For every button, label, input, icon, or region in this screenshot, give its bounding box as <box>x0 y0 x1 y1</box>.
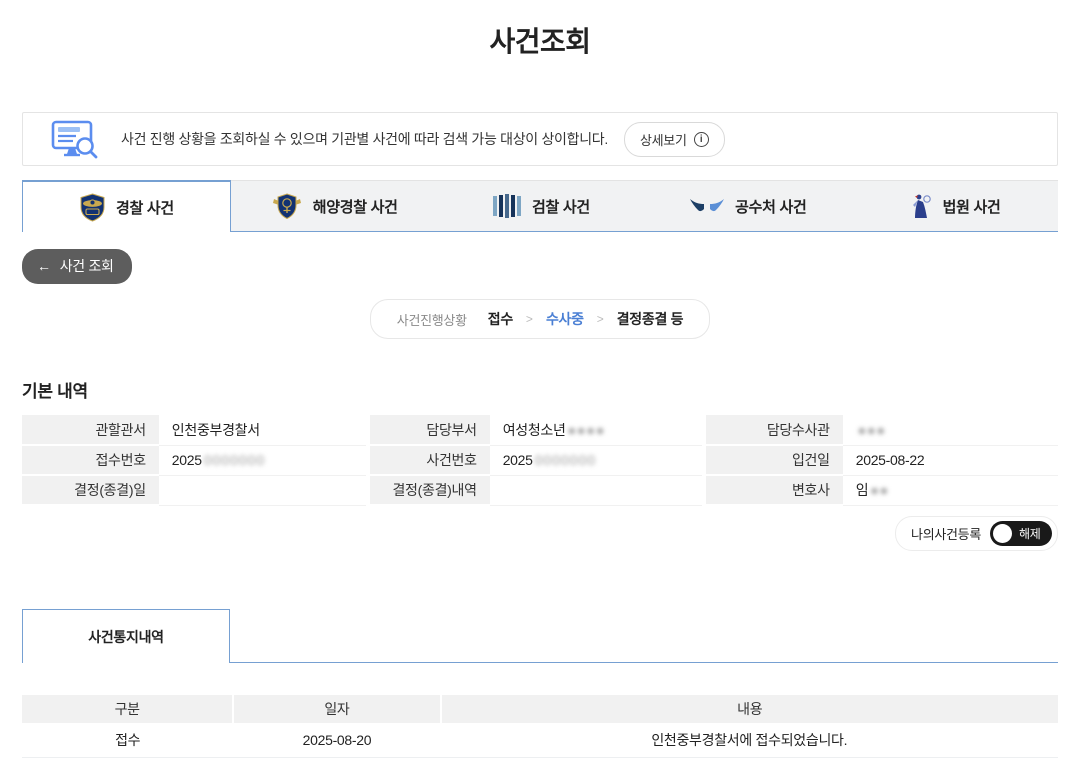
tab-label: 해양경찰 사건 <box>313 196 398 217</box>
tab-police-case[interactable]: 경찰 사건 <box>22 180 231 232</box>
cell-date: 2025-08-20 <box>233 723 440 757</box>
detail-view-button[interactable]: 상세보기 i <box>624 122 725 157</box>
field-value-jurisdiction: 인천중부경찰서 <box>159 415 368 445</box>
cio-emblem-icon <box>689 197 725 215</box>
value-text: 2025 <box>503 452 533 468</box>
field-value-booking-date: 2025-08-22 <box>843 445 1058 475</box>
police-emblem-icon <box>79 193 106 222</box>
tab-label: 법원 사건 <box>943 196 1001 217</box>
tab-cio-case[interactable]: 공수처 사건 <box>644 180 851 232</box>
col-header-date: 일자 <box>233 695 440 723</box>
masked-text: 0000000 <box>204 452 266 468</box>
detail-view-label: 상세보기 <box>640 130 687 149</box>
masked-text: ●● <box>870 482 889 498</box>
mycase-row: 나의사건등록 해제 <box>22 516 1058 551</box>
my-case-register-label: 나의사건등록 <box>911 524 981 543</box>
col-header-type: 구분 <box>22 695 233 723</box>
progress-step-closed: 결정종결 등 <box>617 309 684 329</box>
masked-text: 0000000 <box>535 452 597 468</box>
field-value-case-number: 20250000000 <box>490 445 704 475</box>
field-label: 변호사 <box>704 475 843 505</box>
tab-prosecution-case[interactable]: 검찰 사건 <box>438 180 645 232</box>
masked-text: ●●●● <box>568 422 606 438</box>
field-label: 접수번호 <box>22 445 159 475</box>
col-header-content: 내용 <box>441 695 1058 723</box>
field-label: 사건번호 <box>368 445 490 475</box>
tab-bar-underline <box>230 609 1058 663</box>
field-label: 결정(종결)일 <box>22 475 159 505</box>
tab-case-notifications[interactable]: 사건통지내역 <box>22 609 230 663</box>
toggle-state-label: 해제 <box>1019 525 1040 542</box>
field-label: 담당부서 <box>368 415 490 445</box>
value-text: 임 <box>856 482 869 498</box>
field-value-lawyer: 임●● <box>843 475 1058 505</box>
toggle-knob <box>993 524 1012 543</box>
tab-coast-guard-case[interactable]: 해양경찰 사건 <box>231 180 438 232</box>
chevron-right-icon: > <box>526 312 533 326</box>
case-inquiry-page: 사건조회 사건 진행 상황을 조회하실 수 있으며 기관별 사건에 따라 검색 … <box>0 20 1080 758</box>
prosecution-emblem-icon <box>492 194 522 218</box>
value-text: 2025-08-22 <box>856 452 925 468</box>
table-row: 관할관서 인천중부경찰서 담당부서 여성청소년●●●● 담당수사관 ●●● <box>22 415 1058 445</box>
masked-text: ●●● <box>858 422 886 438</box>
court-emblem-icon <box>909 193 933 220</box>
chevron-right-icon: > <box>597 312 604 326</box>
field-value-decision-date <box>159 475 368 505</box>
agency-tab-bar: 경찰 사건 해양경찰 사건 <box>22 180 1058 232</box>
case-progress-pill: 사건진행상황 접수 > 수사중 > 결정종결 등 <box>370 299 710 339</box>
field-value-receipt-number: 20250000000 <box>159 445 368 475</box>
tab-label: 검찰 사건 <box>532 196 590 217</box>
value-text: 인천중부경찰서 <box>172 422 260 438</box>
info-banner: 사건 진행 상황을 조회하실 수 있으며 기관별 사건에 따라 검색 가능 대상… <box>22 112 1058 166</box>
table-row: 결정(종결)일 결정(종결)내역 변호사 임●● <box>22 475 1058 505</box>
my-case-register-control: 나의사건등록 해제 <box>895 516 1058 551</box>
back-row: ← 사건 조회 <box>22 249 1058 284</box>
progress-step-investigating: 수사중 <box>546 309 584 329</box>
info-icon: i <box>694 132 709 147</box>
back-button-label: 사건 조회 <box>60 256 114 276</box>
basic-section-title: 기본 내역 <box>22 377 1058 402</box>
table-header-row: 구분 일자 내용 <box>22 695 1058 723</box>
case-notification-table: 구분 일자 내용 접수 2025-08-20 인천중부경찰서에 접수되었습니다. <box>22 695 1058 758</box>
tab-label: 경찰 사건 <box>116 197 174 218</box>
field-value-decision-detail <box>490 475 704 505</box>
back-to-case-inquiry-button[interactable]: ← 사건 조회 <box>22 249 132 284</box>
tab-court-case[interactable]: 법원 사건 <box>851 180 1058 232</box>
coast-guard-emblem-icon <box>271 192 303 221</box>
value-text: 2025 <box>172 452 202 468</box>
page-title: 사건조회 <box>22 20 1058 60</box>
banner-text: 사건 진행 상황을 조회하실 수 있으며 기관별 사건에 따라 검색 가능 대상… <box>121 129 608 149</box>
progress-label: 사건진행상황 <box>397 310 467 329</box>
field-label: 담당수사관 <box>704 415 843 445</box>
field-label: 입건일 <box>704 445 843 475</box>
tab-label: 공수처 사건 <box>735 196 806 217</box>
field-label: 관할관서 <box>22 415 159 445</box>
field-value-investigator: ●●● <box>843 415 1058 445</box>
progress-step-received: 접수 <box>488 309 513 329</box>
value-text: 여성청소년 <box>503 422 566 438</box>
field-value-department: 여성청소년●●●● <box>490 415 704 445</box>
my-case-toggle[interactable]: 해제 <box>990 521 1052 546</box>
basic-details-table: 관할관서 인천중부경찰서 담당부서 여성청소년●●●● 담당수사관 ●●● 접수… <box>22 415 1058 506</box>
field-label: 결정(종결)내역 <box>368 475 490 505</box>
table-row: 접수번호 20250000000 사건번호 20250000000 입건일 20… <box>22 445 1058 475</box>
cell-type: 접수 <box>22 723 233 757</box>
progress-row: 사건진행상황 접수 > 수사중 > 결정종결 등 <box>22 299 1058 339</box>
cell-content: 인천중부경찰서에 접수되었습니다. <box>441 723 1058 757</box>
monitor-search-icon <box>49 119 101 159</box>
notice-tab-bar: 사건통지내역 <box>22 609 1058 663</box>
table-row: 접수 2025-08-20 인천중부경찰서에 접수되었습니다. <box>22 723 1058 757</box>
back-arrow-icon: ← <box>37 258 51 274</box>
